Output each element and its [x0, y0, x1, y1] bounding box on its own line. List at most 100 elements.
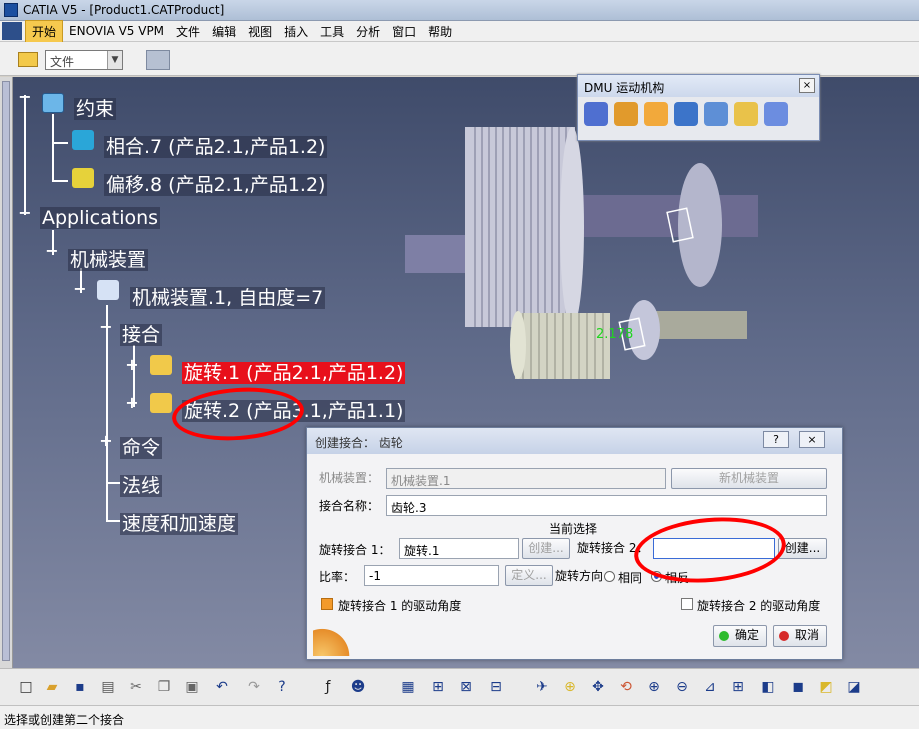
ok-button[interactable]: 确定 — [713, 625, 767, 647]
catalog-icon[interactable]: ⊟ — [486, 677, 506, 697]
collapse-toggle-icon[interactable]: − — [18, 205, 32, 221]
simulate-icon[interactable] — [704, 102, 728, 126]
new-mechanism-button[interactable]: 新机械装置 — [671, 468, 827, 489]
fly-icon[interactable]: ✈ — [532, 677, 552, 697]
joint-name-input[interactable]: 齿轮.3 — [386, 495, 827, 516]
scrollbar-thumb[interactable] — [2, 81, 10, 661]
cancel-button[interactable]: 取消 — [773, 625, 827, 647]
swap-visible-icon[interactable]: ◪ — [844, 677, 864, 697]
cut-icon[interactable]: ✂ — [126, 677, 146, 697]
create-revolute1-button[interactable]: 创建... — [522, 538, 570, 559]
tree-node-speed[interactable]: 速度和加速度 — [120, 509, 239, 536]
tree-node-coincidence[interactable]: 相合.7 (产品2.1,产品1.2) — [104, 132, 328, 159]
collapse-toggle-icon[interactable]: − — [99, 319, 113, 335]
hub-disk — [678, 163, 722, 287]
revolute1-field[interactable]: 旋转.1 — [399, 538, 519, 559]
menu-edit[interactable]: 编辑 — [206, 21, 242, 42]
ratio-input[interactable]: -1 — [364, 565, 499, 586]
menu-window[interactable]: 窗口 — [386, 21, 422, 42]
redo-icon[interactable]: ↷ — [244, 677, 264, 697]
menu-start[interactable]: 开始 — [25, 19, 64, 43]
expand-toggle-icon[interactable]: + — [125, 357, 139, 373]
menu-bar: 开始 ENOVIA V5 VPM 文件 编辑 视图 插入 工具 分析 窗口 帮助 — [0, 19, 919, 43]
analyze-icon[interactable] — [764, 102, 788, 126]
normal-view-icon[interactable]: ⊿ — [700, 677, 720, 697]
rotation-direction-label: 旋转方向 — [555, 569, 604, 583]
tree-reorder-icon[interactable]: ⊞ — [428, 677, 448, 697]
dmu-toolbar-header[interactable]: DMU 运动机构 × — [578, 75, 819, 97]
chevron-down-icon[interactable]: ▼ — [107, 51, 122, 69]
hide-show-icon[interactable]: ◩ — [816, 677, 836, 697]
menu-file[interactable]: 文件 — [170, 21, 206, 42]
print-icon[interactable]: ▤ — [98, 677, 118, 697]
drive-angle1-label: 旋转接合 1 的驱动角度 — [338, 599, 462, 613]
formula-icon[interactable]: ƒ — [318, 677, 338, 697]
rotate-view-icon[interactable]: ⟲ — [616, 677, 636, 697]
catia-app-icon — [4, 3, 18, 17]
tree-node-mechanisms[interactable]: 机械装置 — [68, 245, 149, 272]
dialog-title-bar[interactable]: 创建接合： 齿轮 — [307, 428, 842, 454]
tree-node-label: 约束 — [74, 98, 117, 120]
tree-node-rev1[interactable]: 旋转.1 (产品2.1,产品1.2) — [182, 358, 406, 385]
expand-toggle-icon[interactable]: + — [99, 433, 113, 449]
tree-node-mechanism1[interactable]: 机械装置.1, 自由度=7 — [130, 283, 326, 310]
joint-name-value: 齿轮.3 — [391, 501, 427, 515]
direction-same-radio[interactable] — [604, 571, 615, 582]
zoom-in-icon[interactable]: ⊕ — [644, 677, 664, 697]
menu-tools[interactable]: 工具 — [314, 21, 350, 42]
close-icon[interactable]: × — [799, 78, 815, 93]
copy-icon[interactable]: ❐ — [154, 677, 174, 697]
rotate-joint-icon[interactable] — [584, 102, 608, 126]
collapse-toggle-icon[interactable]: − — [73, 281, 87, 297]
gear-joint-icon[interactable] — [644, 102, 668, 126]
drive-angle2-checkbox[interactable] — [681, 598, 693, 610]
commands-icon[interactable] — [734, 102, 758, 126]
lock-icon[interactable]: ⊠ — [456, 677, 476, 697]
menu-view[interactable]: 视图 — [242, 21, 278, 42]
shading-icon[interactable]: ◼ — [788, 677, 808, 697]
dialog-title: 创建接合： 齿轮 — [315, 436, 403, 450]
assembly-constraint-icon[interactable] — [614, 102, 638, 126]
define-ratio-button[interactable]: 定义... — [505, 565, 553, 586]
save-icon[interactable]: ▪ — [70, 677, 90, 697]
tree-node-joints[interactable]: 接合 — [120, 320, 163, 347]
ok-label: 确定 — [734, 628, 759, 642]
paste-icon[interactable]: ▣ — [182, 677, 202, 697]
small-shaft — [655, 311, 747, 339]
gear-model[interactable]: 2.178 — [400, 115, 760, 395]
mechanism-select[interactable]: 机械装置.1 — [386, 468, 666, 489]
tree-node-laws[interactable]: 法线 — [120, 471, 163, 498]
menu-analysis[interactable]: 分析 — [350, 21, 386, 42]
fix-part-icon[interactable] — [674, 102, 698, 126]
tree-node-commands[interactable]: 命令 — [120, 433, 163, 460]
new-file-icon[interactable]: □ — [16, 677, 36, 697]
knowledge-icon[interactable]: ☻ — [348, 677, 368, 697]
menu-help[interactable]: 帮助 — [422, 21, 458, 42]
menu-enovia[interactable]: ENOVIA V5 VPM — [63, 22, 170, 40]
drive-angle1-checkbox[interactable] — [321, 598, 333, 610]
file-combo[interactable]: 文件 ▼ — [45, 50, 123, 70]
product-structure-icon[interactable] — [146, 50, 170, 70]
left-scrollbar[interactable] — [0, 77, 13, 668]
tree-node-offset[interactable]: 偏移.8 (产品2.1,产品1.2) — [104, 170, 328, 197]
undo-icon[interactable]: ↶ — [212, 677, 232, 697]
tree-node-applications[interactable]: Applications — [40, 207, 161, 229]
open-folder-icon[interactable] — [18, 52, 38, 67]
iso-view-icon[interactable]: ◧ — [758, 677, 778, 697]
collapse-toggle-icon[interactable]: − — [45, 243, 59, 259]
zoom-out-icon[interactable]: ⊖ — [672, 677, 692, 697]
table-icon[interactable]: ▦ — [398, 677, 418, 697]
pan-icon[interactable]: ✥ — [588, 677, 608, 697]
dialog-decoration-icon — [313, 624, 359, 656]
help-button[interactable]: ? — [763, 431, 789, 448]
expand-toggle-icon[interactable]: + — [125, 395, 139, 411]
whats-this-icon[interactable]: ? — [272, 677, 292, 697]
tree-node-constraints[interactable]: 约束 — [74, 94, 117, 121]
open-file-icon[interactable]: ▰ — [42, 677, 62, 697]
close-button[interactable]: × — [799, 431, 825, 448]
collapse-toggle-icon[interactable]: − — [18, 89, 32, 105]
menu-insert[interactable]: 插入 — [278, 21, 314, 42]
multi-view-icon[interactable]: ⊞ — [728, 677, 748, 697]
fit-all-icon[interactable]: ⊕ — [560, 677, 580, 697]
catia-logo-icon[interactable] — [2, 22, 22, 40]
